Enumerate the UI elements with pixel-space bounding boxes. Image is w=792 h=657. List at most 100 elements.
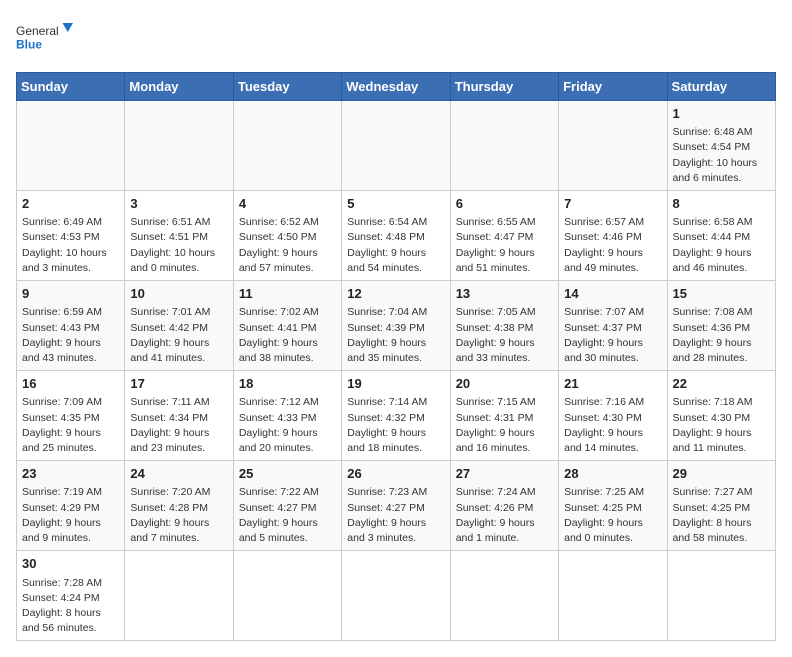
calendar-cell: 3 Sunrise: 6:51 AM Sunset: 4:51 PM Daylig… <box>125 191 233 281</box>
logo: General Blue <box>16 16 76 60</box>
calendar-cell <box>667 551 775 641</box>
day-number: 2 <box>22 195 119 213</box>
calendar-week-row: 9Sunrise: 6:59 AM Sunset: 4:43 PM Daylig… <box>17 281 776 371</box>
day-number: 25 <box>239 465 336 483</box>
calendar-cell: 20 Sunrise: 7:15 AM Sunset: 4:31 PM Dayli… <box>450 371 558 461</box>
day-header-wednesday: Wednesday <box>342 73 450 101</box>
day-number: 4 <box>239 195 336 213</box>
day-number: 3 <box>130 195 227 213</box>
day-header-monday: Monday <box>125 73 233 101</box>
day-number: 23 <box>22 465 119 483</box>
calendar-cell: 29 Sunrise: 7:27 AM Sunset: 4:25 PM Dayli… <box>667 461 775 551</box>
day-number: 17 <box>130 375 227 393</box>
day-number: 10 <box>130 285 227 303</box>
day-header-sunday: Sunday <box>17 73 125 101</box>
calendar-cell: 6 Sunrise: 6:55 AM Sunset: 4:47 PM Daylig… <box>450 191 558 281</box>
day-info: Sunrise: 7:07 AM Sunset: 4:37 PM Dayligh… <box>564 305 661 366</box>
calendar-cell: 18 Sunrise: 7:12 AM Sunset: 4:33 PM Dayli… <box>233 371 341 461</box>
calendar-cell: 22Sunrise: 7:18 AM Sunset: 4:30 PM Dayli… <box>667 371 775 461</box>
calendar-cell: 8 Sunrise: 6:58 AM Sunset: 4:44 PM Daylig… <box>667 191 775 281</box>
day-info: Sunrise: 7:24 AM Sunset: 4:26 PM Dayligh… <box>456 485 553 546</box>
calendar-week-row: 16Sunrise: 7:09 AM Sunset: 4:35 PM Dayli… <box>17 371 776 461</box>
day-number: 13 <box>456 285 553 303</box>
calendar-cell: 1 Sunrise: 6:48 AM Sunset: 4:54 PM Daylig… <box>667 101 775 191</box>
calendar-cell: 14 Sunrise: 7:07 AM Sunset: 4:37 PM Dayli… <box>559 281 667 371</box>
day-info: Sunrise: 7:27 AM Sunset: 4:25 PM Dayligh… <box>673 485 770 546</box>
day-info: Sunrise: 7:20 AM Sunset: 4:28 PM Dayligh… <box>130 485 227 546</box>
calendar-cell: 17 Sunrise: 7:11 AM Sunset: 4:34 PM Dayli… <box>125 371 233 461</box>
day-number: 26 <box>347 465 444 483</box>
day-number: 11 <box>239 285 336 303</box>
calendar-cell <box>125 551 233 641</box>
calendar-cell: 13 Sunrise: 7:05 AM Sunset: 4:38 PM Dayli… <box>450 281 558 371</box>
calendar-cell: 7 Sunrise: 6:57 AM Sunset: 4:46 PM Daylig… <box>559 191 667 281</box>
day-info: Sunrise: 6:57 AM Sunset: 4:46 PM Dayligh… <box>564 215 661 276</box>
calendar-week-row: 2 Sunrise: 6:49 AM Sunset: 4:53 PM Daylig… <box>17 191 776 281</box>
day-info: Sunrise: 7:25 AM Sunset: 4:25 PM Dayligh… <box>564 485 661 546</box>
calendar-cell <box>559 101 667 191</box>
day-number: 21 <box>564 375 661 393</box>
calendar-cell: 28 Sunrise: 7:25 AM Sunset: 4:25 PM Dayli… <box>559 461 667 551</box>
day-number: 8 <box>673 195 770 213</box>
day-info: Sunrise: 7:12 AM Sunset: 4:33 PM Dayligh… <box>239 395 336 456</box>
day-info: Sunrise: 6:51 AM Sunset: 4:51 PM Dayligh… <box>130 215 227 276</box>
day-number: 15 <box>673 285 770 303</box>
svg-text:Blue: Blue <box>16 38 42 52</box>
calendar-cell: 26Sunrise: 7:23 AM Sunset: 4:27 PM Dayli… <box>342 461 450 551</box>
page-header: General Blue <box>16 16 776 60</box>
day-info: Sunrise: 7:22 AM Sunset: 4:27 PM Dayligh… <box>239 485 336 546</box>
day-info: Sunrise: 7:05 AM Sunset: 4:38 PM Dayligh… <box>456 305 553 366</box>
day-number: 29 <box>673 465 770 483</box>
day-info: Sunrise: 6:49 AM Sunset: 4:53 PM Dayligh… <box>22 215 119 276</box>
day-info: Sunrise: 6:48 AM Sunset: 4:54 PM Dayligh… <box>673 125 770 186</box>
day-header-saturday: Saturday <box>667 73 775 101</box>
day-header-tuesday: Tuesday <box>233 73 341 101</box>
day-info: Sunrise: 7:01 AM Sunset: 4:42 PM Dayligh… <box>130 305 227 366</box>
calendar-cell <box>559 551 667 641</box>
day-info: Sunrise: 7:08 AM Sunset: 4:36 PM Dayligh… <box>673 305 770 366</box>
calendar-cell <box>450 101 558 191</box>
calendar-cell: 19Sunrise: 7:14 AM Sunset: 4:32 PM Dayli… <box>342 371 450 461</box>
day-info: Sunrise: 6:55 AM Sunset: 4:47 PM Dayligh… <box>456 215 553 276</box>
day-info: Sunrise: 7:15 AM Sunset: 4:31 PM Dayligh… <box>456 395 553 456</box>
day-info: Sunrise: 6:58 AM Sunset: 4:44 PM Dayligh… <box>673 215 770 276</box>
calendar-cell <box>233 101 341 191</box>
day-number: 18 <box>239 375 336 393</box>
calendar-table: SundayMondayTuesdayWednesdayThursdayFrid… <box>16 72 776 641</box>
day-number: 22 <box>673 375 770 393</box>
calendar-cell: 30Sunrise: 7:28 AM Sunset: 4:24 PM Dayli… <box>17 551 125 641</box>
day-info: Sunrise: 6:52 AM Sunset: 4:50 PM Dayligh… <box>239 215 336 276</box>
calendar-week-row: 1 Sunrise: 6:48 AM Sunset: 4:54 PM Daylig… <box>17 101 776 191</box>
day-info: Sunrise: 7:28 AM Sunset: 4:24 PM Dayligh… <box>22 576 119 637</box>
logo-svg: General Blue <box>16 16 76 60</box>
calendar-cell: 2 Sunrise: 6:49 AM Sunset: 4:53 PM Daylig… <box>17 191 125 281</box>
calendar-cell <box>450 551 558 641</box>
day-info: Sunrise: 7:16 AM Sunset: 4:30 PM Dayligh… <box>564 395 661 456</box>
day-info: Sunrise: 7:02 AM Sunset: 4:41 PM Dayligh… <box>239 305 336 366</box>
day-number: 20 <box>456 375 553 393</box>
day-number: 6 <box>456 195 553 213</box>
calendar-cell: 5Sunrise: 6:54 AM Sunset: 4:48 PM Daylig… <box>342 191 450 281</box>
day-header-thursday: Thursday <box>450 73 558 101</box>
day-number: 19 <box>347 375 444 393</box>
calendar-cell: 23Sunrise: 7:19 AM Sunset: 4:29 PM Dayli… <box>17 461 125 551</box>
calendar-cell <box>342 551 450 641</box>
svg-text:General: General <box>16 24 59 38</box>
calendar-week-row: 23Sunrise: 7:19 AM Sunset: 4:29 PM Dayli… <box>17 461 776 551</box>
day-number: 7 <box>564 195 661 213</box>
calendar-cell: 4 Sunrise: 6:52 AM Sunset: 4:50 PM Daylig… <box>233 191 341 281</box>
calendar-week-row: 30Sunrise: 7:28 AM Sunset: 4:24 PM Dayli… <box>17 551 776 641</box>
calendar-cell: 16Sunrise: 7:09 AM Sunset: 4:35 PM Dayli… <box>17 371 125 461</box>
calendar-cell <box>342 101 450 191</box>
day-number: 14 <box>564 285 661 303</box>
day-info: Sunrise: 6:54 AM Sunset: 4:48 PM Dayligh… <box>347 215 444 276</box>
calendar-cell: 25 Sunrise: 7:22 AM Sunset: 4:27 PM Dayli… <box>233 461 341 551</box>
day-number: 27 <box>456 465 553 483</box>
day-number: 1 <box>673 105 770 123</box>
day-info: Sunrise: 7:09 AM Sunset: 4:35 PM Dayligh… <box>22 395 119 456</box>
day-info: Sunrise: 7:04 AM Sunset: 4:39 PM Dayligh… <box>347 305 444 366</box>
calendar-header-row: SundayMondayTuesdayWednesdayThursdayFrid… <box>17 73 776 101</box>
day-number: 28 <box>564 465 661 483</box>
day-number: 24 <box>130 465 227 483</box>
day-info: Sunrise: 7:11 AM Sunset: 4:34 PM Dayligh… <box>130 395 227 456</box>
